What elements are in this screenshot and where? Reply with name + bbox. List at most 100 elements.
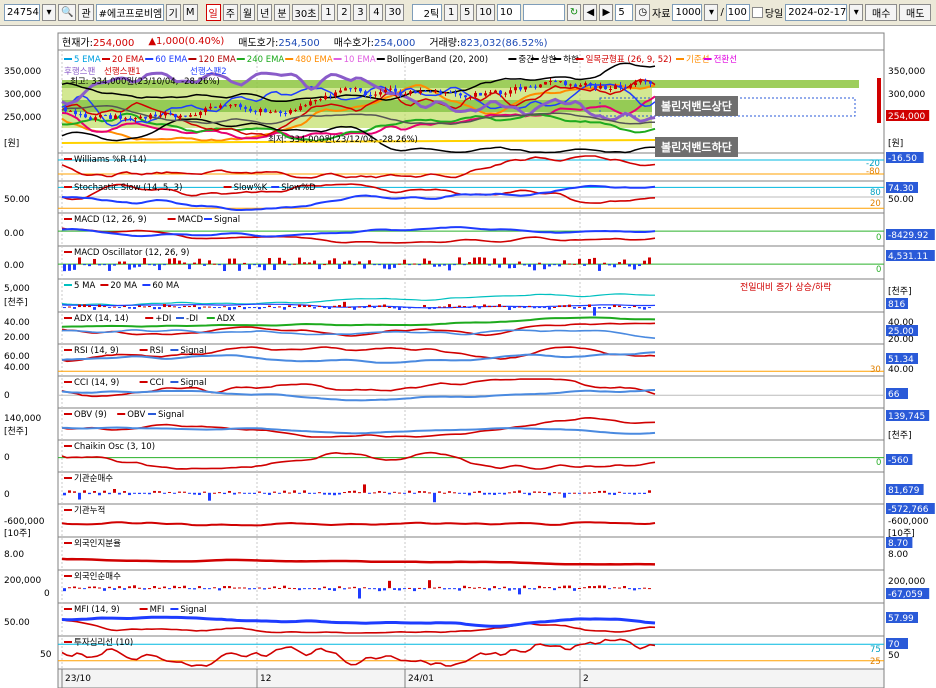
- period-day-button[interactable]: 일: [205, 4, 221, 21]
- histogram-bar-foreignnet: [508, 588, 511, 591]
- interval-3-button[interactable]: 3: [353, 4, 368, 21]
- candle-body: [334, 92, 337, 97]
- histogram-bar-foreignnet: [598, 585, 601, 589]
- search-button[interactable]: 🔍: [58, 4, 77, 21]
- histogram-bar-foreignnet: [143, 588, 146, 590]
- histogram-bar-foreignnet: [488, 588, 491, 591]
- stock-name-field[interactable]: #에코프로비엠: [95, 4, 164, 21]
- scroll-right-button[interactable]: ▶: [599, 4, 614, 21]
- histogram-bar-foreignnet: [113, 588, 116, 590]
- histogram-bar-inst: [218, 492, 221, 494]
- period-minute-button[interactable]: 분: [274, 4, 290, 21]
- histogram-bar-inst: [143, 492, 146, 494]
- chaikin-tag: -560: [888, 456, 909, 466]
- histogram-bar-inst: [608, 492, 611, 495]
- macd-tag: -8429.92: [888, 231, 928, 241]
- chart-outer-frame: [57, 32, 885, 670]
- count-field[interactable]: 10: [496, 4, 521, 21]
- histogram-bar-volume: [498, 304, 501, 308]
- quote-info-bar: 현재가:254,000 ▲1,000(0.40%) 매도호가:254,500 매…: [58, 33, 884, 49]
- histogram-bar-inst: [128, 492, 131, 496]
- histogram-bar-volume: [583, 307, 586, 310]
- histogram-bar-inst: [583, 492, 586, 494]
- histogram-bar-macdosc: [148, 264, 151, 266]
- histogram-bar-foreignnet: [543, 587, 546, 589]
- candle-body: [359, 88, 362, 92]
- refresh-button[interactable]: ↻: [566, 4, 582, 21]
- interval-1-button[interactable]: 1: [321, 4, 336, 21]
- legend-foreignnet-0: 외국인순매수: [74, 571, 121, 582]
- interval-4-button[interactable]: 4: [369, 4, 384, 21]
- same-day-checkbox[interactable]: [751, 7, 763, 18]
- histogram-bar-foreignnet: [78, 587, 81, 589]
- histogram-bar-foreignnet: [333, 588, 336, 591]
- macd-line: [61, 227, 656, 244]
- histogram-bar-macdosc: [88, 264, 91, 267]
- step-field[interactable]: 5: [615, 4, 634, 21]
- period-week-button[interactable]: 주: [222, 4, 238, 21]
- candle-body: [269, 112, 272, 114]
- mfi-tag: 57.99: [888, 614, 914, 624]
- clock-button[interactable]: ◷: [635, 4, 651, 21]
- histogram-bar-volume: [163, 304, 166, 308]
- interval-30-button[interactable]: 30: [385, 4, 405, 21]
- legend-volume-1: 20 MA: [110, 281, 137, 291]
- stock-chart-canvas[interactable]: 23/10 12 24/01 25 EMA 20 EMA 60 EMA 120 EMA 240…: [0, 0, 936, 688]
- histogram-bar-inst: [318, 492, 321, 494]
- histogram-bar-volume: [538, 307, 541, 309]
- period-month-button[interactable]: 월: [239, 4, 256, 21]
- flag-m-button[interactable]: M: [182, 4, 198, 21]
- period-30s-button[interactable]: 30초: [291, 4, 320, 21]
- candle-body: [69, 110, 72, 112]
- histogram-bar-foreignnet: [183, 585, 186, 589]
- blank-field[interactable]: [522, 4, 565, 21]
- data-count-dropdown[interactable]: ▾: [704, 4, 719, 21]
- current-price-tag-bg: [886, 110, 930, 121]
- tick-10-button[interactable]: 10: [476, 4, 495, 21]
- histogram-bar-macdosc: [403, 259, 406, 265]
- macd-tag-bg: [886, 229, 935, 240]
- histogram-bar-inst: [438, 491, 441, 493]
- histogram-bar-volume: [243, 307, 246, 310]
- histogram-bar-foreignnet: [173, 585, 176, 589]
- candle-body: [264, 109, 267, 113]
- date-dropdown[interactable]: ▾: [849, 4, 864, 21]
- scroll-left-button[interactable]: ◀: [583, 4, 598, 21]
- rsi-line: [61, 346, 656, 363]
- page-size-field[interactable]: 100: [725, 4, 750, 21]
- interval-2-button[interactable]: 2: [337, 4, 352, 21]
- candle-body: [389, 88, 392, 90]
- search-icon: 🔍: [61, 7, 74, 18]
- chevron-down-icon: ▾: [708, 7, 714, 18]
- histogram-bar-macdosc: [373, 264, 376, 266]
- flag-ki-button[interactable]: 기: [165, 4, 181, 21]
- histogram-bar-inst: [198, 492, 201, 495]
- right-volume-unit: [천주]: [888, 286, 912, 297]
- data-count-select[interactable]: 1000: [672, 4, 703, 21]
- histogram-bar-volume: [573, 307, 576, 309]
- legend-stoch-0: Stochastic Slow (14, 5, 3): [74, 183, 182, 193]
- period-year-button[interactable]: 년: [257, 4, 273, 21]
- histogram-bar-foreignnet: [648, 588, 651, 590]
- x-axis-label: 2: [583, 674, 589, 684]
- related-button[interactable]: 관: [78, 4, 94, 21]
- histogram-bar-inst: [133, 492, 136, 494]
- histogram-bar-macdosc: [558, 264, 561, 267]
- tick-field[interactable]: 2틱: [412, 4, 443, 21]
- tick-5-button[interactable]: 5: [460, 4, 475, 21]
- histogram-bar-volume: [63, 307, 66, 309]
- left-adx-label-20: 20.00: [4, 333, 30, 343]
- date-field[interactable]: 2024-02-17: [785, 4, 848, 21]
- buy-button[interactable]: 매수: [865, 4, 898, 21]
- histogram-bar-macdosc: [253, 264, 256, 266]
- code-dropdown-button[interactable]: ▾: [42, 4, 56, 21]
- histogram-bar-inst: [393, 491, 396, 493]
- histogram-bar-foreignnet: [553, 588, 556, 591]
- stock-code-input[interactable]: 247540: [4, 4, 40, 21]
- candle-body: [199, 112, 202, 116]
- adx-tag-bg: [886, 325, 918, 336]
- histogram-bar-volume: [358, 306, 361, 308]
- histogram-bar-macdosc: [638, 264, 641, 267]
- tick-1-button[interactable]: 1: [444, 4, 459, 21]
- sell-button[interactable]: 매도: [899, 4, 932, 21]
